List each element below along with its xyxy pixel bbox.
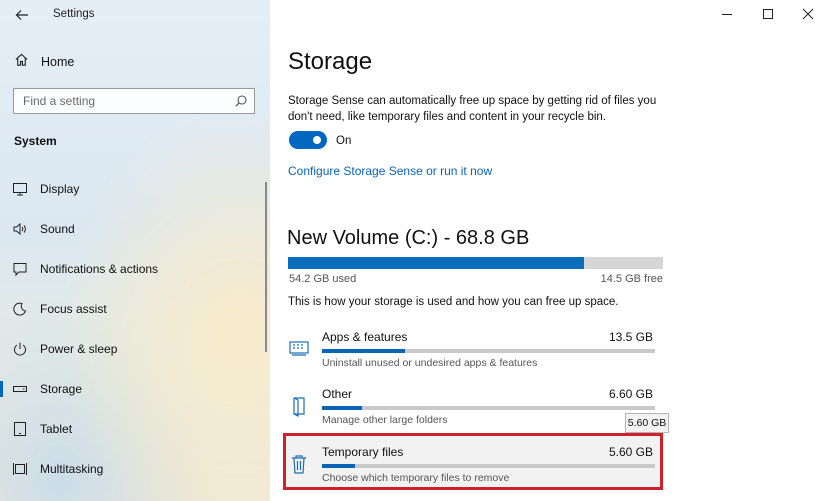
volume-used-label: 54.2 GB used	[289, 273, 357, 285]
close-icon[interactable]	[798, 4, 818, 24]
category-usage-bar	[322, 464, 655, 468]
sidebar-item-notifications[interactable]: Notifications & actions	[0, 249, 262, 289]
category-temporary-files[interactable]: Temporary files 5.60 GB Choose which tem…	[282, 445, 667, 497]
category-usage-fill	[322, 464, 356, 468]
sidebar-item-label: Focus assist	[40, 302, 107, 316]
sidebar-item-power-sleep[interactable]: Power & sleep	[0, 329, 262, 369]
sidebar-item-tablet[interactable]: Tablet	[0, 409, 262, 449]
tablet-icon	[12, 421, 28, 437]
home-icon	[14, 52, 29, 72]
configure-storage-sense-link[interactable]: Configure Storage Sense or run it now	[288, 164, 492, 178]
sidebar-item-label: Power & sleep	[40, 342, 118, 356]
volume-title: New Volume (C:) - 68.8 GB	[287, 227, 530, 249]
category-other[interactable]: Other 6.60 GB Manage other large folders	[282, 387, 667, 439]
category-usage-bar	[322, 349, 655, 353]
category-name: Other	[322, 387, 353, 401]
category-name: Temporary files	[322, 445, 404, 459]
category-usage-bar	[322, 406, 655, 410]
category-size: 5.60 GB	[608, 445, 653, 459]
storage-icon	[12, 381, 28, 397]
volume-usage-bar	[288, 257, 663, 269]
category-usage-fill	[322, 406, 362, 410]
toggle-state-label: On	[336, 135, 352, 147]
sidebar-item-label: Multitasking	[40, 462, 104, 476]
minimize-icon[interactable]	[717, 4, 737, 24]
multitasking-icon	[12, 461, 28, 477]
category-size: 13.5 GB	[608, 330, 653, 344]
usage-description: This is how your storage is used and how…	[288, 296, 619, 308]
notifications-icon	[12, 261, 28, 277]
category-usage-fill	[322, 349, 406, 353]
category-description: Uninstall unused or undesired apps & fea…	[322, 357, 538, 369]
search-icon[interactable]	[234, 94, 248, 108]
category-description: Manage other large folders	[322, 414, 448, 426]
section-label-system: System	[14, 134, 57, 148]
category-name: Apps & features	[322, 330, 408, 344]
sidebar-item-label: Storage	[40, 382, 83, 396]
page-title: Storage	[288, 48, 373, 75]
sound-icon	[12, 221, 28, 237]
category-apps-features[interactable]: Apps & features 13.5 GB Uninstall unused…	[282, 330, 667, 382]
storage-sense-toggle[interactable]	[289, 131, 327, 149]
sidebar-item-storage[interactable]: Storage	[0, 369, 262, 409]
home-nav-item[interactable]: Home	[14, 53, 74, 71]
display-icon	[12, 181, 28, 197]
sidebar-item-label: Sound	[40, 222, 75, 236]
volume-usage-fill	[288, 257, 584, 269]
sidebar-item-multitasking[interactable]: Multitasking	[0, 449, 262, 489]
apps-icon	[288, 338, 310, 360]
maximize-icon[interactable]	[758, 4, 778, 24]
sidebar-item-label: Notifications & actions	[40, 262, 159, 276]
sidebar-item-sound[interactable]: Sound	[0, 209, 262, 249]
power-icon	[12, 341, 28, 357]
sidebar: Settings Home System Display Sound Notif…	[0, 0, 270, 501]
focus-assist-icon	[12, 301, 28, 317]
volume-free-label: 14.5 GB free	[600, 273, 663, 285]
home-label: Home	[41, 55, 75, 69]
back-arrow-icon[interactable]	[12, 5, 32, 25]
search-input[interactable]	[14, 89, 228, 113]
sidebar-item-label: Tablet	[40, 422, 73, 436]
folder-icon	[288, 395, 310, 417]
storage-sense-description: Storage Sense can automatically free up …	[288, 95, 657, 123]
sidebar-item-display[interactable]: Display	[0, 169, 262, 209]
sidebar-item-focus-assist[interactable]: Focus assist	[0, 289, 262, 329]
search-box[interactable]	[13, 88, 255, 114]
sidebar-scrollbar[interactable]	[265, 182, 267, 352]
trash-icon	[288, 453, 310, 475]
category-size: 6.60 GB	[608, 387, 653, 401]
main-content: Storage Storage Sense can automatically …	[270, 0, 827, 501]
toggle-knob	[313, 136, 321, 144]
category-description: Choose which temporary files to remove	[322, 472, 510, 484]
sidebar-item-label: Display	[40, 182, 80, 196]
size-tooltip: 5.60 GB	[625, 413, 669, 433]
app-title: Settings	[53, 8, 95, 20]
